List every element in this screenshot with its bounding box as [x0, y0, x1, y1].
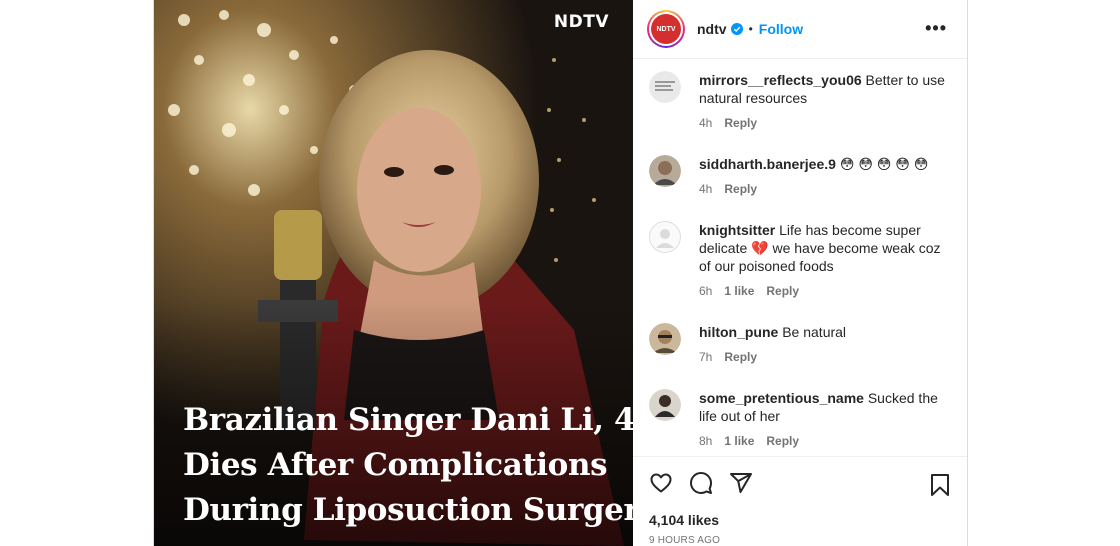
comment-text: mirrors__reflects_you06 Better to use na… — [699, 71, 949, 107]
post-media[interactable]: NDTV Brazilian Singer Dani Li, 42, Dies … — [154, 0, 633, 546]
separator-dot: • — [748, 22, 753, 36]
comment-item: siddharth.banerjee.9 😳 😳 😳 😳 😳 4h Reply — [649, 155, 949, 196]
comment-item: knightsitter Life has become super delic… — [649, 221, 949, 298]
comment-username[interactable]: some_pretentious_name — [699, 390, 864, 406]
comment-username[interactable]: mirrors__reflects_you06 — [699, 72, 862, 88]
comment-time[interactable]: 8h — [699, 434, 712, 448]
reply-button[interactable]: Reply — [766, 284, 799, 298]
reply-button[interactable]: Reply — [724, 182, 757, 196]
comment-text: knightsitter Life has become super delic… — [699, 221, 949, 275]
ndtv-logo: NDTV — [651, 14, 681, 44]
bookmark-icon[interactable] — [929, 473, 951, 497]
comment-time[interactable]: 4h — [699, 116, 712, 130]
more-options-icon[interactable]: ••• — [925, 18, 947, 39]
comment-icon[interactable] — [689, 471, 713, 495]
comment-meta: 4h Reply — [699, 116, 949, 130]
comment-text: hilton_pune Be natural — [699, 323, 949, 341]
comment-text: siddharth.banerjee.9 😳 😳 😳 😳 😳 — [699, 155, 949, 173]
post-header: NDTV ndtv • Follow ••• — [633, 0, 967, 59]
comment-time[interactable]: 4h — [699, 182, 712, 196]
comment-username[interactable]: knightsitter — [699, 222, 775, 238]
commenter-avatar[interactable] — [649, 323, 681, 355]
comment-username[interactable]: siddharth.banerjee.9 — [699, 156, 836, 172]
comment-username[interactable]: hilton_pune — [699, 324, 778, 340]
heart-icon[interactable] — [649, 471, 673, 495]
comment-meta: 8h 1 like Reply — [699, 434, 949, 448]
page: NDTV Brazilian Singer Dani Li, 42, Dies … — [0, 0, 1120, 546]
commenter-avatar[interactable] — [649, 389, 681, 421]
author-avatar[interactable]: NDTV — [647, 10, 685, 48]
comment-content: 😳 😳 😳 😳 😳 — [839, 156, 929, 172]
author-username[interactable]: ndtv — [697, 21, 727, 37]
post-dialog: NDTV Brazilian Singer Dani Li, 42, Dies … — [153, 0, 968, 546]
comment-content: Be natural — [782, 324, 847, 340]
share-icon[interactable] — [729, 471, 753, 495]
comment-likes[interactable]: 1 like — [724, 434, 754, 448]
comment-meta: 6h 1 like Reply — [699, 284, 949, 298]
post-side-panel: NDTV ndtv • Follow ••• mirrors__reflects… — [633, 0, 967, 546]
comment-item: mirrors__reflects_you06 Better to use na… — [649, 71, 949, 130]
post-headline: Brazilian Singer Dani Li, 42, Dies After… — [183, 398, 633, 533]
verified-badge-icon — [730, 23, 743, 35]
reply-button[interactable]: Reply — [766, 434, 799, 448]
headline-line: Brazilian Singer Dani Li, 42, — [183, 402, 633, 438]
comment-likes[interactable]: 1 like — [724, 284, 754, 298]
follow-button[interactable]: Follow — [759, 21, 803, 37]
comment-item: hilton_pune Be natural 7h Reply — [649, 323, 949, 364]
comment-time[interactable]: 7h — [699, 350, 712, 364]
commenter-avatar[interactable] — [649, 221, 681, 253]
headline-line: During Liposuction Surgery — [183, 492, 633, 528]
commenter-avatar[interactable] — [649, 155, 681, 187]
comment-time[interactable]: 6h — [699, 284, 712, 298]
reply-button[interactable]: Reply — [724, 350, 757, 364]
post-time[interactable]: 9 hours ago — [633, 535, 967, 546]
reply-button[interactable]: Reply — [724, 116, 757, 130]
likes-count[interactable]: 4,104 likes — [633, 511, 967, 529]
comment-meta: 4h Reply — [699, 182, 949, 196]
post-actions — [633, 456, 967, 508]
commenter-avatar[interactable] — [649, 71, 681, 103]
comment-text: some_pretentious_name Sucked the life ou… — [699, 389, 949, 425]
comment-meta: 7h Reply — [699, 350, 949, 364]
ndtv-watermark: NDTV — [553, 12, 609, 32]
headline-line: Dies After Complications — [183, 447, 608, 483]
comment-item: some_pretentious_name Sucked the life ou… — [649, 389, 949, 448]
comments-list[interactable]: mirrors__reflects_you06 Better to use na… — [633, 59, 967, 456]
